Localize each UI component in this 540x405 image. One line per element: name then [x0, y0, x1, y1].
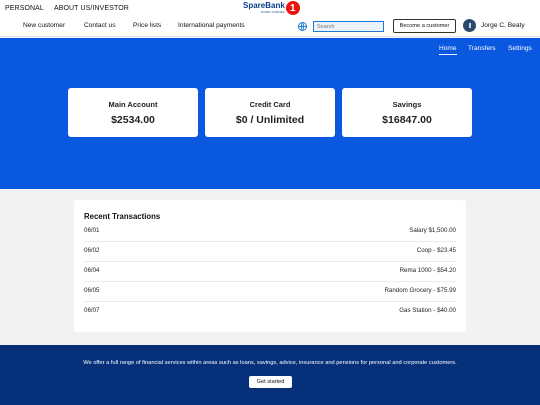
- tab-home[interactable]: Home: [439, 45, 457, 55]
- about-us-investor-link[interactable]: ABOUT US/INVESTOR: [54, 5, 129, 12]
- personal-link[interactable]: PERSONAL: [5, 5, 44, 12]
- nav-new-customer[interactable]: New customer: [23, 22, 65, 29]
- logo-brand-text: SpareBank: [243, 1, 285, 10]
- account-balance: $2534.00: [111, 113, 155, 126]
- transaction-date: 06/02: [84, 247, 100, 254]
- footer-message: We offer a full range of financial servi…: [83, 360, 457, 366]
- transaction-description: Salary $1,500.00: [409, 227, 456, 234]
- account-title: Main Account: [108, 99, 158, 109]
- transaction-description: Random Grocery - $75.99: [384, 287, 456, 294]
- recent-transactions-panel: Recent Transactions 06/01 Salary $1,500.…: [74, 200, 466, 332]
- search-input[interactable]: [313, 21, 384, 32]
- tab-transfers[interactable]: Transfers: [468, 45, 496, 52]
- top-bar: PERSONAL ABOUT US/INVESTOR SpareBank NOR…: [0, 0, 540, 17]
- sparebank-logo[interactable]: SpareBank NORD-NORGE 1: [243, 1, 300, 15]
- transaction-row[interactable]: 06/07 Gas Station - $40.00: [84, 302, 456, 322]
- logo-badge-icon: 1: [285, 1, 300, 15]
- nav-price-lists[interactable]: Price lists: [133, 22, 161, 29]
- become-customer-button[interactable]: Become a customer: [393, 19, 456, 33]
- nav-international-payments[interactable]: International payments: [178, 22, 245, 29]
- avatar[interactable]: [463, 19, 476, 32]
- transaction-date: 06/01: [84, 227, 100, 234]
- transaction-row[interactable]: 06/04 Rema 1000 - $54.20: [84, 262, 456, 282]
- account-card-credit[interactable]: Credit Card $0 / Unlimited: [205, 88, 335, 137]
- transaction-description: Gas Station - $40.00: [399, 307, 456, 314]
- account-balance: $0 / Unlimited: [235, 113, 305, 126]
- account-balance: $16847.00: [382, 113, 432, 126]
- footer: We offer a full range of financial servi…: [0, 345, 540, 405]
- transaction-row[interactable]: 06/05 Random Grocery - $75.99: [84, 282, 456, 302]
- logo-sub-text: NORD-NORGE: [260, 10, 285, 14]
- get-started-button[interactable]: Get started: [249, 376, 292, 388]
- transactions-title: Recent Transactions: [84, 212, 161, 221]
- transaction-date: 06/07: [84, 307, 100, 314]
- transaction-description: Rema 1000 - $54.20: [399, 267, 456, 274]
- hero-section: Home Transfers Settings Main Account $25…: [0, 38, 540, 189]
- transaction-row[interactable]: 06/01 Salary $1,500.00: [84, 222, 456, 242]
- nav-contact-us[interactable]: Contact us: [84, 22, 116, 29]
- transaction-date: 06/04: [84, 267, 100, 274]
- tab-settings[interactable]: Settings: [508, 45, 532, 52]
- account-title: Savings: [392, 99, 422, 109]
- account-card-main[interactable]: Main Account $2534.00: [68, 88, 198, 137]
- globe-icon[interactable]: [298, 22, 307, 31]
- transaction-description: Coop - $23.45: [416, 247, 456, 254]
- account-card-savings[interactable]: Savings $16847.00: [342, 88, 472, 137]
- main-nav: New customer Contact us Price lists Inte…: [0, 17, 540, 37]
- transaction-row[interactable]: 06/02 Coop - $23.45: [84, 242, 456, 262]
- user-name[interactable]: Jorge C. Beaty: [481, 22, 525, 29]
- transaction-date: 06/05: [84, 287, 100, 294]
- account-title: Credit Card: [249, 99, 291, 109]
